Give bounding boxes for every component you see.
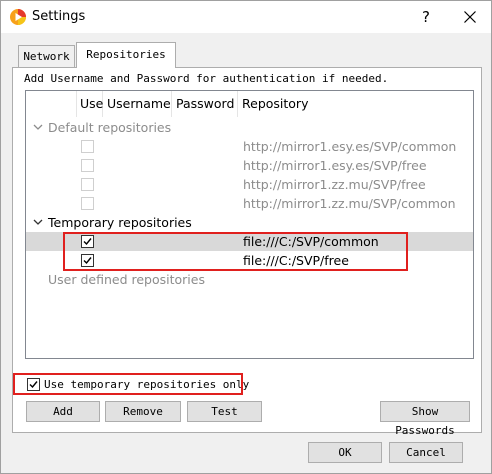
repository-row[interactable]: http://mirror1.zz.mu/SVP/free bbox=[26, 175, 473, 194]
test-button[interactable]: Test bbox=[187, 401, 262, 422]
repository-url: http://mirror1.esy.es/SVP/common bbox=[243, 139, 457, 154]
cancel-button[interactable]: Cancel bbox=[389, 442, 463, 463]
add-button[interactable]: Add bbox=[26, 401, 100, 422]
use-checkbox[interactable] bbox=[81, 140, 94, 153]
group-default-repositories[interactable]: Default repositories bbox=[26, 118, 473, 137]
ok-button[interactable]: OK bbox=[308, 442, 382, 463]
use-checkbox[interactable] bbox=[81, 178, 94, 191]
chevron-down-icon[interactable] bbox=[32, 118, 44, 137]
tab-repositories[interactable]: Repositories bbox=[76, 42, 176, 68]
repository-url: http://mirror1.esy.es/SVP/free bbox=[243, 158, 427, 173]
repository-row[interactable]: file:///C:/SVP/free bbox=[26, 251, 473, 270]
group-label: Default repositories bbox=[48, 120, 172, 135]
column-header-tree bbox=[26, 91, 77, 117]
use-checkbox[interactable] bbox=[81, 197, 94, 210]
window-title: Settings bbox=[32, 9, 86, 24]
use-temporary-only-label[interactable]: Use temporary repositories only bbox=[44, 378, 249, 391]
show-passwords-button[interactable]: Show Passwords bbox=[380, 401, 470, 437]
help-button[interactable]: ? bbox=[405, 1, 447, 33]
use-checkbox[interactable] bbox=[81, 159, 94, 172]
use-checkbox[interactable] bbox=[81, 254, 94, 267]
repository-row-selected[interactable]: file:///C:/SVP/common bbox=[26, 232, 473, 251]
column-header-username[interactable]: Username bbox=[103, 91, 172, 117]
repository-row[interactable]: http://mirror1.esy.es/SVP/common bbox=[26, 137, 473, 156]
title-bar: Settings ? bbox=[1, 1, 491, 33]
checkmark-icon bbox=[83, 257, 92, 265]
repository-url: file:///C:/SVP/common bbox=[243, 234, 379, 249]
use-temporary-only-checkbox[interactable] bbox=[27, 378, 40, 391]
settings-dialog: Settings ? Network Repositories Add User… bbox=[0, 0, 492, 474]
chevron-down-icon[interactable] bbox=[32, 213, 44, 232]
checkmark-icon bbox=[83, 238, 92, 246]
close-icon bbox=[464, 11, 476, 23]
group-label: Temporary repositories bbox=[48, 215, 192, 230]
close-button[interactable] bbox=[449, 1, 491, 33]
repository-url: http://mirror1.zz.mu/SVP/free bbox=[243, 177, 426, 192]
repositories-tree[interactable]: Use Username Password Repository Default… bbox=[25, 90, 474, 359]
column-header-use[interactable]: Use bbox=[77, 91, 103, 117]
repository-url: file:///C:/SVP/free bbox=[243, 253, 349, 268]
svp-app-icon bbox=[10, 9, 26, 25]
group-temporary-repositories[interactable]: Temporary repositories bbox=[26, 213, 473, 232]
use-checkbox[interactable] bbox=[81, 235, 94, 248]
tab-network[interactable]: Network bbox=[18, 45, 75, 67]
checkmark-icon bbox=[29, 381, 38, 389]
remove-button[interactable]: Remove bbox=[105, 401, 181, 422]
auth-hint-text: Add Username and Password for authentica… bbox=[24, 72, 389, 85]
repository-row[interactable]: http://mirror1.zz.mu/SVP/common bbox=[26, 194, 473, 213]
column-header-password[interactable]: Password bbox=[172, 91, 238, 117]
repositories-panel: Add Username and Password for authentica… bbox=[12, 67, 482, 437]
repository-url: http://mirror1.zz.mu/SVP/common bbox=[243, 196, 456, 211]
group-label: User defined repositories bbox=[48, 272, 205, 287]
column-header-repository[interactable]: Repository bbox=[238, 91, 473, 117]
group-user-defined-repositories[interactable]: User defined repositories bbox=[26, 270, 473, 289]
repository-row[interactable]: http://mirror1.esy.es/SVP/free bbox=[26, 156, 473, 175]
